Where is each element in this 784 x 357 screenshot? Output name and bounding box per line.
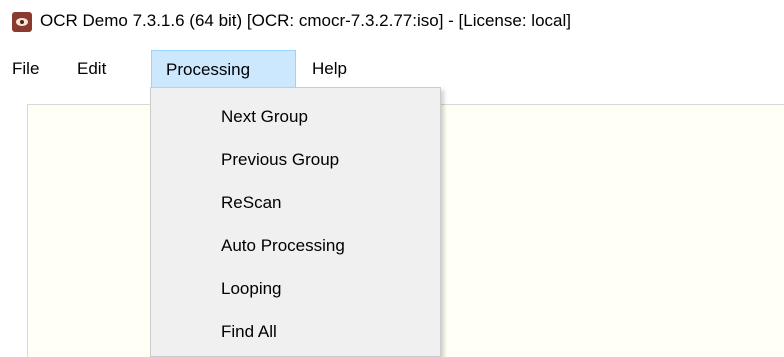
- title-bar: OCR Demo 7.3.1.6 (64 bit) [OCR: cmocr-7.…: [0, 0, 784, 46]
- menu-edit[interactable]: Edit: [77, 50, 106, 88]
- menu-item-previous-group[interactable]: Previous Group: [221, 145, 339, 175]
- window-title: OCR Demo 7.3.1.6 (64 bit) [OCR: cmocr-7.…: [40, 11, 571, 30]
- menu-processing[interactable]: Processing: [151, 50, 296, 88]
- menu-bar: File Edit Processing Help: [0, 50, 784, 88]
- app-eye-icon[interactable]: [12, 12, 32, 32]
- menu-file[interactable]: File: [12, 50, 39, 88]
- menu-item-rescan[interactable]: ReScan: [221, 188, 281, 218]
- menu-item-next-group[interactable]: Next Group: [221, 102, 308, 132]
- menu-item-auto-processing[interactable]: Auto Processing: [221, 231, 345, 261]
- menu-item-find-all[interactable]: Find All: [221, 317, 277, 347]
- menu-help[interactable]: Help: [312, 50, 347, 88]
- processing-dropdown-menu: Next Group Previous Group ReScan Auto Pr…: [150, 87, 441, 357]
- menu-item-looping[interactable]: Looping: [221, 274, 282, 304]
